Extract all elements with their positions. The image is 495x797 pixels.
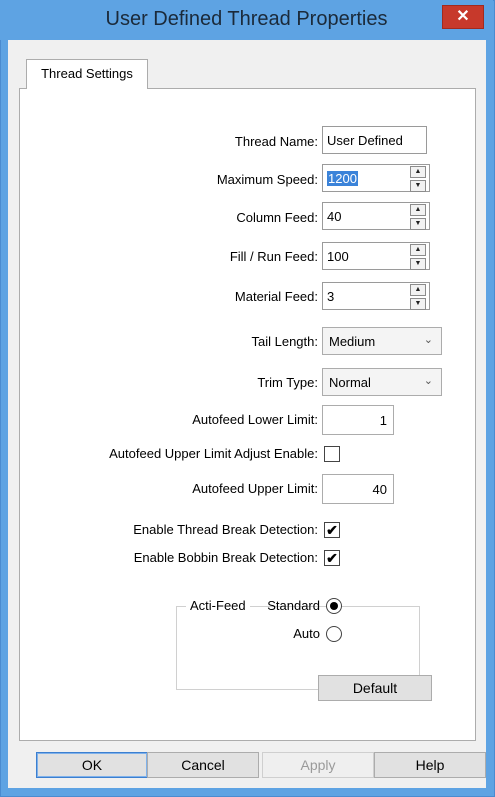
trim-type-select[interactable]: Normal ⌄ — [322, 368, 442, 396]
cancel-button[interactable]: Cancel — [147, 752, 259, 778]
radio-selected-dot — [330, 602, 338, 610]
fill-run-feed-value: 100 — [327, 249, 349, 264]
autofeed-upper-adjust-label: Autofeed Upper Limit Adjust Enable: — [109, 446, 318, 461]
tab-label: Thread Settings — [41, 66, 133, 81]
spin-up-icon[interactable]: ▲ — [410, 166, 426, 178]
material-feed-spinner[interactable]: ▲ ▼ — [410, 284, 426, 310]
autofeed-upper-adjust-checkbox[interactable] — [324, 446, 340, 462]
default-button[interactable]: Default — [318, 675, 432, 701]
maximum-speed-value: 1200 — [327, 171, 358, 186]
maximum-speed-label: Maximum Speed: — [216, 172, 318, 187]
column-feed-spinner[interactable]: ▲ ▼ — [410, 204, 426, 230]
apply-button: Apply — [262, 752, 374, 778]
autofeed-upper-limit-value: 40 — [372, 482, 387, 497]
tab-thread-settings[interactable]: Thread Settings — [26, 59, 148, 89]
fill-run-feed-label: Fill / Run Feed: — [229, 249, 318, 264]
trim-type-value: Normal — [329, 375, 371, 390]
thread-name-label: Thread Name: — [234, 134, 318, 149]
spin-up-icon[interactable]: ▲ — [410, 244, 426, 256]
tail-length-label: Tail Length: — [251, 334, 319, 349]
maximum-speed-spinner[interactable]: ▲ ▼ — [410, 166, 426, 192]
radio-auto[interactable] — [326, 626, 342, 642]
column-feed-label: Column Feed: — [236, 210, 318, 225]
autofeed-lower-limit-value: 1 — [379, 413, 387, 428]
chevron-down-icon: ⌄ — [423, 375, 433, 387]
help-button[interactable]: Help — [374, 752, 486, 778]
chevron-down-icon: ⌄ — [423, 334, 433, 346]
radio-standard-label: Standard — [267, 598, 320, 613]
fill-run-feed-spinner[interactable]: ▲ ▼ — [410, 244, 426, 270]
material-feed-value: 3 — [327, 289, 335, 304]
close-button[interactable]: ✕ — [442, 5, 484, 29]
column-feed-value: 40 — [327, 209, 342, 224]
radio-standard[interactable] — [326, 598, 342, 614]
thread-name-input[interactable]: User Defined — [322, 126, 427, 154]
bobbin-break-detection-checkbox[interactable]: ✔ — [324, 550, 340, 566]
window-title: User Defined Thread Properties — [105, 8, 388, 30]
autofeed-lower-limit-input[interactable]: 1 — [322, 405, 394, 435]
tail-length-value: Medium — [329, 334, 376, 349]
spin-down-icon[interactable]: ▼ — [410, 298, 426, 310]
thread-break-detection-label: Enable Thread Break Detection: — [133, 522, 318, 537]
spin-up-icon[interactable]: ▲ — [410, 204, 426, 216]
spin-down-icon[interactable]: ▼ — [410, 258, 426, 270]
ok-button[interactable]: OK — [36, 752, 148, 778]
spin-up-icon[interactable]: ▲ — [410, 284, 426, 296]
tail-length-select[interactable]: Medium ⌄ — [322, 327, 442, 355]
trim-type-label: Trim Type: — [257, 375, 318, 390]
thread-name-value: User Defined — [327, 133, 403, 148]
acti-feed-title: Acti-Feed — [186, 598, 250, 613]
spin-down-icon[interactable]: ▼ — [410, 180, 426, 192]
title-bar[interactable]: User Defined Thread Properties ✕ — [0, 0, 493, 40]
autofeed-upper-limit-input[interactable]: 40 — [322, 474, 394, 504]
autofeed-lower-limit-label: Autofeed Lower Limit: — [192, 412, 318, 427]
spin-down-icon[interactable]: ▼ — [410, 218, 426, 230]
thread-break-detection-checkbox[interactable]: ✔ — [324, 522, 340, 538]
autofeed-upper-limit-label: Autofeed Upper Limit: — [192, 481, 318, 496]
material-feed-label: Material Feed: — [234, 289, 318, 304]
radio-auto-label: Auto — [293, 626, 320, 641]
bobbin-break-detection-label: Enable Bobbin Break Detection: — [133, 550, 318, 565]
